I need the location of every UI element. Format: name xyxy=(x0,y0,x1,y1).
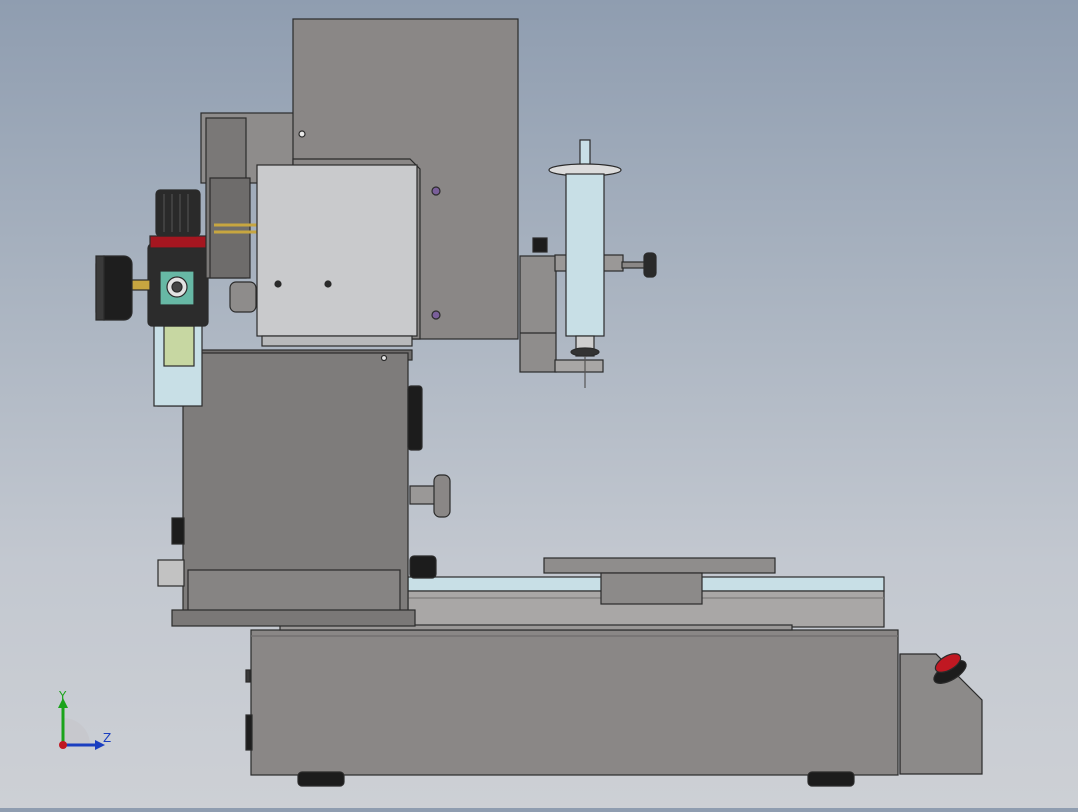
coordinate-triad: Y Z xyxy=(58,689,111,750)
base-cabinet xyxy=(245,629,899,787)
front-cover-panel xyxy=(256,164,418,347)
left-fittings xyxy=(157,379,185,587)
z-axis-label: Z xyxy=(103,731,111,745)
foot-left xyxy=(297,771,345,787)
side-knob xyxy=(407,385,423,451)
regulator-adjust-knob[interactable] xyxy=(155,189,201,237)
x-axis-dot xyxy=(59,741,67,749)
vertical-column xyxy=(171,349,416,627)
y-axis-label: Y xyxy=(58,689,67,703)
air-regulator xyxy=(95,189,209,407)
column-knobs xyxy=(407,385,451,579)
regulator-lock-ring xyxy=(149,235,209,249)
adjust-knob[interactable] xyxy=(433,474,451,518)
cad-graphics-viewport[interactable]: Y Z xyxy=(0,0,1078,808)
syringe-clamp-knob[interactable] xyxy=(643,252,657,278)
dispenser-model-side-view[interactable]: Y Z xyxy=(0,0,1078,808)
lock-knob[interactable] xyxy=(409,555,437,579)
foot-right xyxy=(807,771,855,787)
